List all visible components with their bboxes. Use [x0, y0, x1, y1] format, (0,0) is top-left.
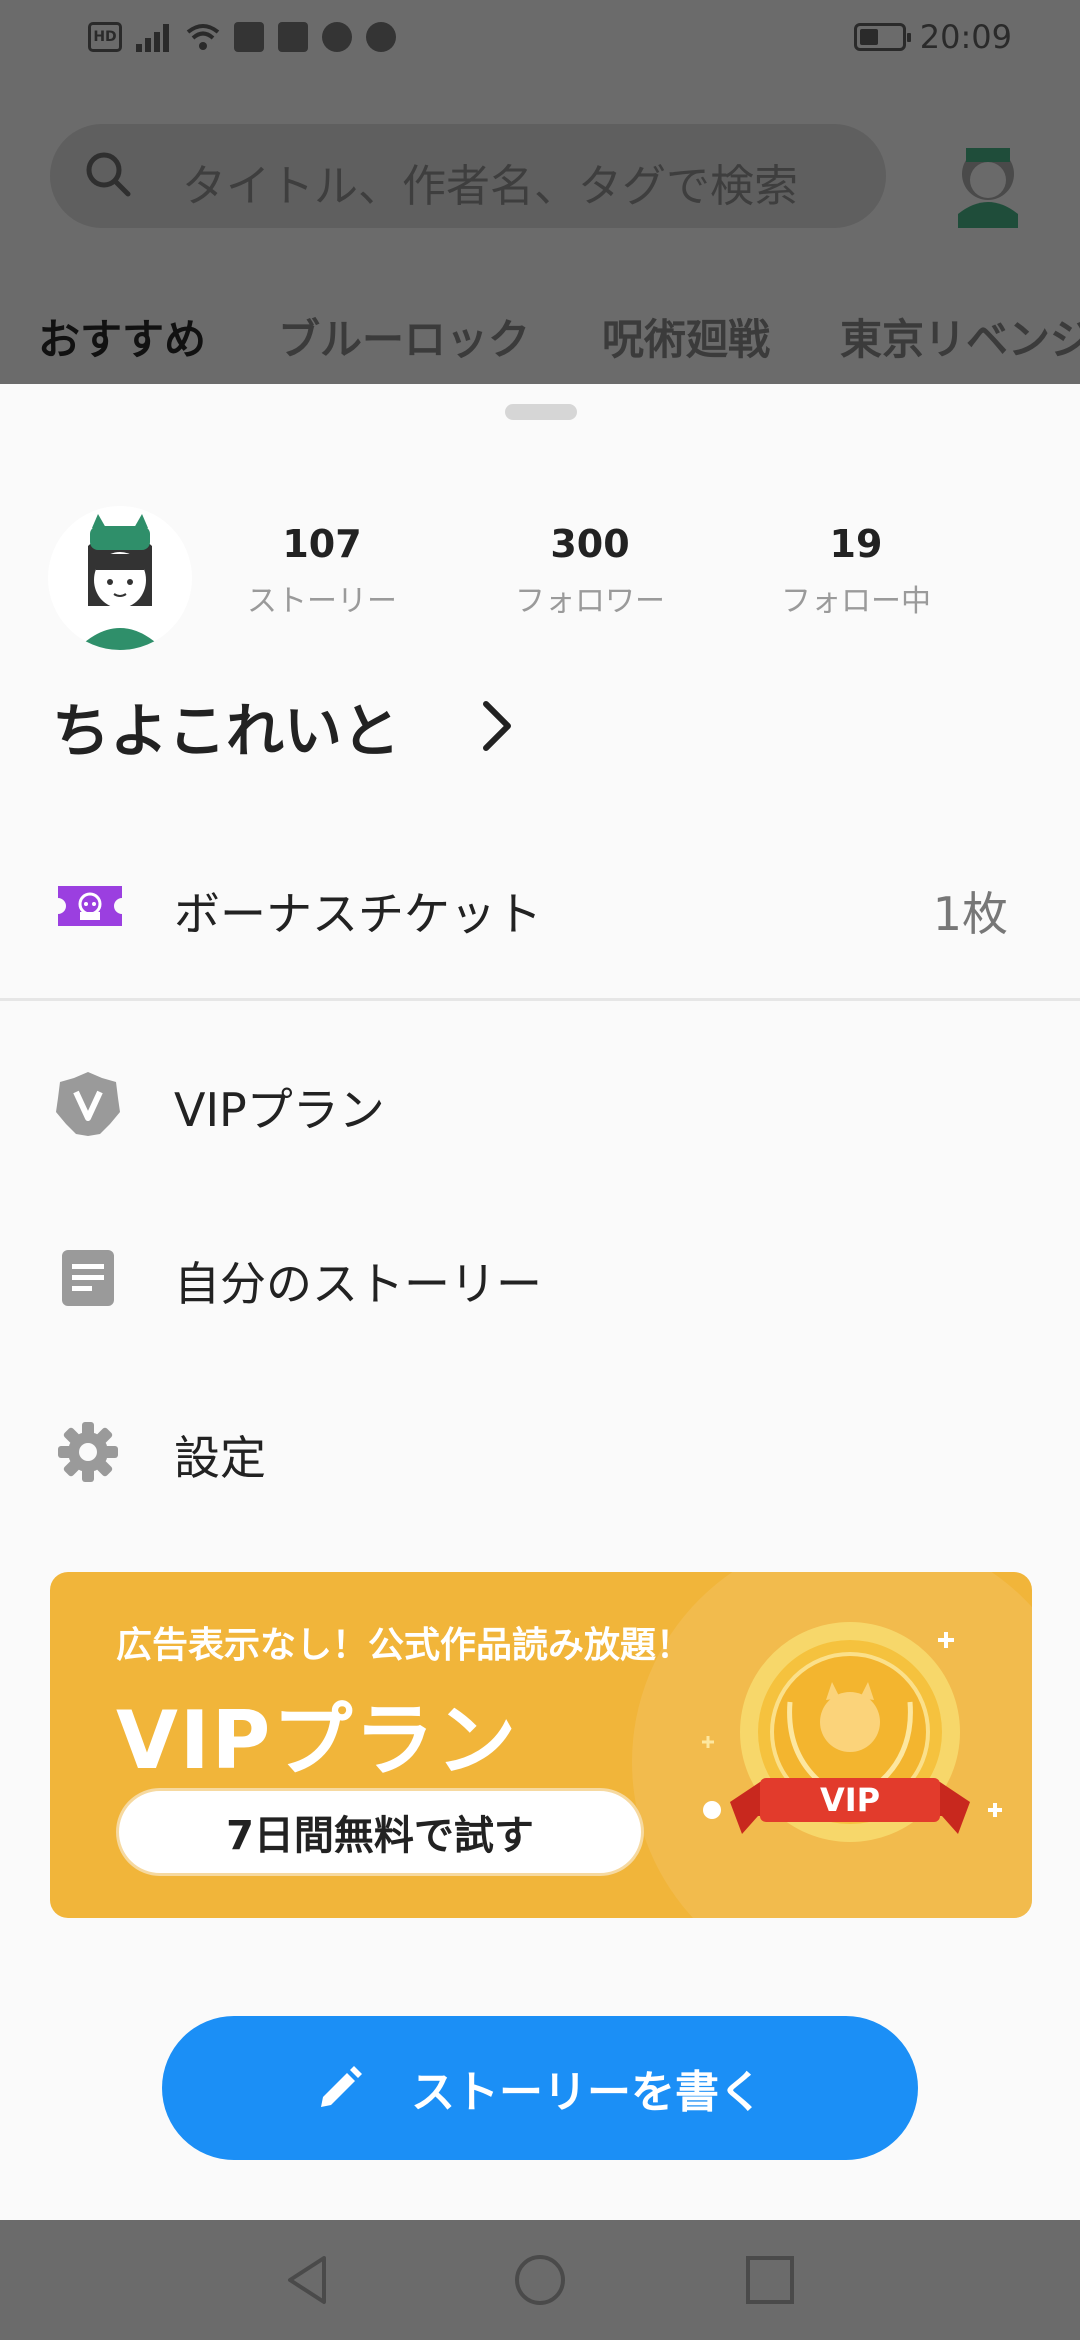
stat-followers[interactable]: 300 フォロワー [490, 522, 690, 620]
profile-sheet: 107 ストーリー 300 フォロワー 19 フォロー中 ちよこれいと ボーナス… [0, 384, 1080, 2220]
battery-icon [853, 23, 911, 51]
menu-label-my-stories: 自分のストーリー [174, 1257, 542, 1311]
ticket-count: 1枚 [932, 887, 1008, 941]
menu-item-my-stories[interactable]: 自分のストーリー [0, 1218, 1080, 1338]
vip-medal-icon: VIP [702, 1622, 1002, 1842]
vip-tagline: 広告表示なし！公式作品読み放題！ [116, 1625, 693, 1666]
line-icon [322, 22, 352, 52]
vip-title: VIPプラン [116, 1694, 519, 1787]
hd-icon: HD [88, 22, 122, 52]
stat-following[interactable]: 19 フォロー中 [756, 522, 956, 620]
menu-item-settings[interactable]: 設定 [0, 1392, 1080, 1512]
stat-stories[interactable]: 107 ストーリー [222, 522, 422, 620]
tab-bluelock[interactable]: ブルーロック [278, 306, 530, 367]
username: ちよこれいと [52, 697, 401, 765]
document-icon [62, 1250, 114, 1306]
drag-handle[interactable] [505, 404, 577, 420]
write-story-label: ストーリーを書く [411, 2067, 763, 2118]
stat-following-label: フォロー中 [781, 584, 931, 619]
chevron-right-icon [483, 701, 512, 751]
pencil-icon [321, 2066, 362, 2107]
ticket-label: ボーナスチケット [174, 887, 542, 941]
stat-stories-label: ストーリー [247, 584, 397, 619]
category-tabs: おすすめ ブルーロック 呪術廻戦 東京リベンジ [0, 300, 1080, 380]
stat-stories-value: 107 [282, 522, 362, 566]
navigation-bar [0, 2220, 1080, 2340]
vip-badge-icon [56, 1072, 120, 1136]
write-story-button[interactable]: ストーリーを書く [162, 2016, 918, 2160]
divider [0, 998, 1080, 1001]
yahoo-icon [234, 22, 264, 52]
tab-tokyo-revengers[interactable]: 東京リベンジ [840, 306, 1080, 367]
search-icon [86, 152, 131, 197]
stat-following-value: 19 [829, 522, 883, 566]
gear-icon [58, 1422, 118, 1482]
stat-followers-value: 300 [550, 522, 630, 566]
menu-label-settings: 設定 [174, 1431, 266, 1485]
avatar[interactable] [948, 128, 1028, 228]
wifi-icon [186, 24, 220, 50]
profile-avatar[interactable] [48, 506, 192, 650]
menu-label-vip-plan: VIPプラン [174, 1083, 385, 1137]
profile-link[interactable]: ちよこれいと [52, 684, 518, 768]
stat-followers-label: フォロワー [515, 584, 665, 619]
vip-medal-text: VIP [820, 1781, 880, 1819]
status-icons: HD [88, 22, 396, 52]
recents-icon[interactable] [742, 2252, 798, 2308]
clock: 20:09 [919, 18, 1012, 56]
gmail-icon [278, 22, 308, 52]
status-bar: HD 20:09 [0, 0, 1080, 80]
free-trial-button[interactable]: 7日間無料で試す [116, 1788, 644, 1876]
search-bar[interactable]: タイトル、作者名、タグで検索 [50, 124, 886, 228]
tab-recommended[interactable]: おすすめ [38, 306, 206, 367]
vip-banner[interactable]: 広告表示なし！公式作品読み放題！ VIPプラン 7日間無料で試す VIP [50, 1572, 1032, 1918]
menu-item-vip-plan[interactable]: VIPプラン [0, 1044, 1080, 1164]
ticket-icon [58, 886, 122, 926]
search-input[interactable]: タイトル、作者名、タグで検索 [182, 150, 798, 214]
avatar-illustration [48, 506, 192, 650]
signal-icon [136, 22, 172, 52]
chat-icon [366, 22, 396, 52]
home-icon[interactable] [512, 2252, 568, 2308]
tab-jujutsu[interactable]: 呪術廻戦 [602, 306, 770, 367]
back-icon[interactable] [280, 2252, 336, 2308]
bonus-ticket-row[interactable]: ボーナスチケット 1枚 [0, 854, 1080, 974]
